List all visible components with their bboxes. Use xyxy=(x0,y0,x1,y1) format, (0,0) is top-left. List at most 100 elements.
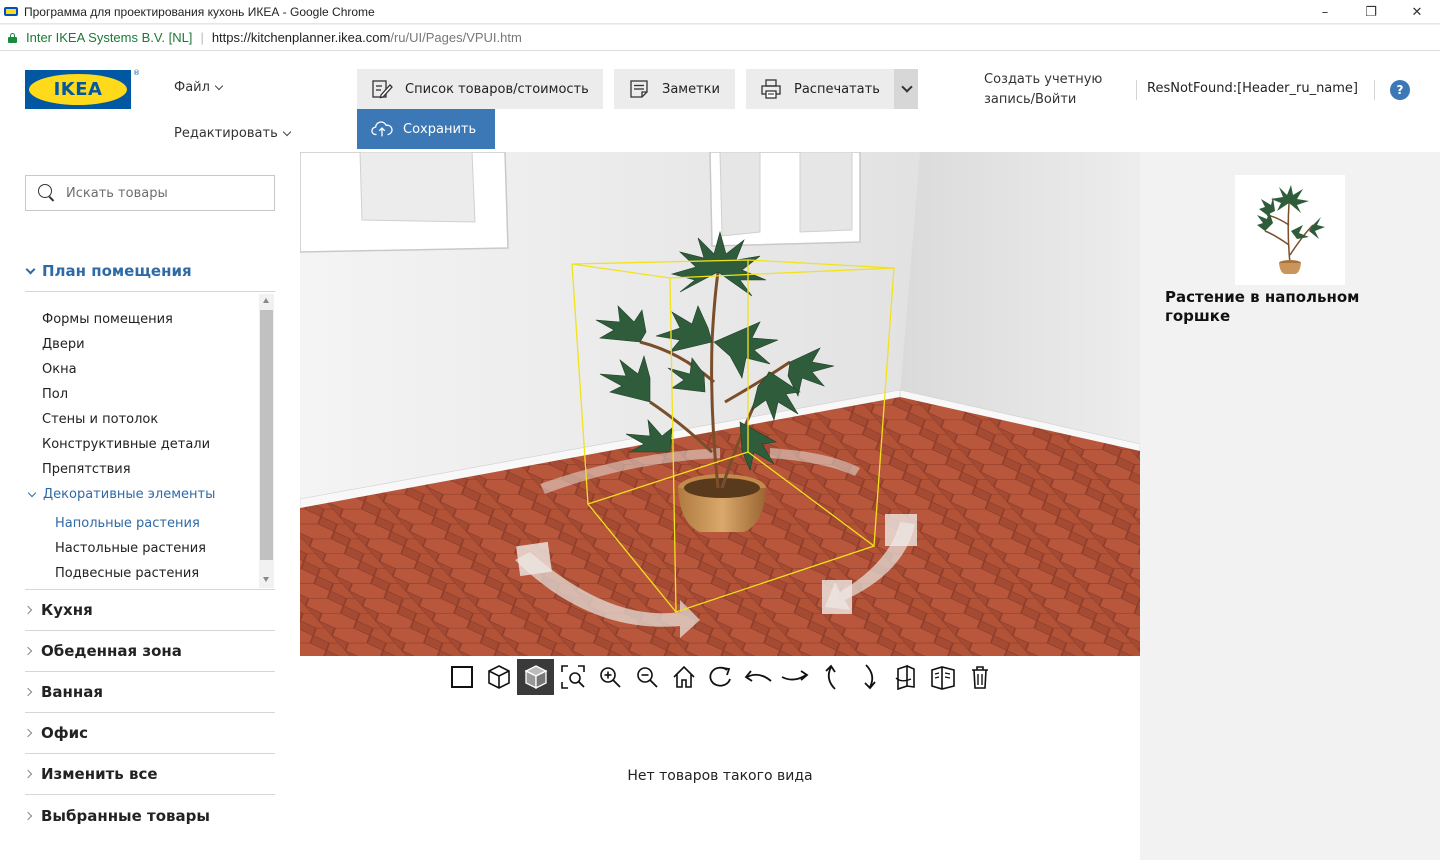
product-thumbnail[interactable] xyxy=(1235,175,1345,285)
list-item[interactable]: Двери xyxy=(42,337,85,352)
list-item[interactable]: Препятствия xyxy=(42,462,131,477)
ikea-favicon-icon xyxy=(4,7,18,16)
3d-solid-view-icon[interactable] xyxy=(517,659,554,695)
zoom-in-icon[interactable] xyxy=(591,659,628,695)
zoom-fit-icon[interactable] xyxy=(554,659,591,695)
menu-edit-label: Редактировать xyxy=(174,126,278,141)
address-bar[interactable]: Inter IKEA Systems B.V. [NL] | https://k… xyxy=(0,25,1440,51)
print-dropdown-button[interactable] xyxy=(894,69,918,109)
subsection-decor[interactable]: Декоративные элементы xyxy=(26,487,215,502)
chevron-down-icon xyxy=(282,127,291,136)
resource-name-label: ResNotFound:[Header_ru_name] xyxy=(1147,81,1359,96)
3d-view-icon[interactable] xyxy=(480,659,517,695)
logo-text: IKEA xyxy=(53,79,103,100)
list-item-table-plants[interactable]: Настольные растения xyxy=(55,541,206,556)
home-icon[interactable] xyxy=(665,659,702,695)
product-name: Растение в напольном горшке xyxy=(1165,288,1360,325)
category-change-all[interactable]: Изменить все xyxy=(23,754,275,795)
chevron-right-icon xyxy=(23,646,33,656)
browser-titlebar: Программа для проектирования кухонь ИКЕА… xyxy=(0,0,1440,24)
category-label: Ванная xyxy=(41,683,104,701)
scroll-down-icon[interactable] xyxy=(263,577,269,582)
product-list-button[interactable]: Список товаров/стоимость xyxy=(357,69,603,109)
pan-right-icon[interactable] xyxy=(776,659,813,695)
app-header: IKEA ® Файл Редактировать Список товаров… xyxy=(0,51,1440,160)
pan-left-icon[interactable] xyxy=(739,659,776,695)
account-line1: Создать учетную xyxy=(984,72,1103,87)
chevron-right-icon xyxy=(23,769,33,779)
zoom-out-icon[interactable] xyxy=(628,659,665,695)
account-link[interactable]: Создать учетную запись/Войти xyxy=(984,70,1124,110)
list-item-floor-plants[interactable]: Напольные растения xyxy=(55,516,200,531)
minimize-button[interactable]: – xyxy=(1302,0,1348,24)
chevron-right-icon xyxy=(23,605,33,615)
cloud-upload-icon xyxy=(371,118,393,140)
list-item[interactable]: Окна xyxy=(42,362,77,377)
list-item-hanging-plants[interactable]: Подвесные растения xyxy=(55,566,199,581)
section-room-plan-label: План помещения xyxy=(42,262,192,280)
list-item[interactable]: Формы помещения xyxy=(42,312,173,327)
3d-scene[interactable] xyxy=(300,152,1140,656)
help-icon[interactable]: ? xyxy=(1390,80,1410,100)
print-button[interactable]: Распечатать xyxy=(746,69,894,109)
search-box[interactable] xyxy=(25,175,275,211)
category-kitchen[interactable]: Кухня xyxy=(23,590,275,631)
notes-icon xyxy=(628,78,650,100)
divider xyxy=(25,291,275,292)
print-icon xyxy=(760,78,782,100)
edit-list-icon xyxy=(371,78,393,100)
chevron-down-icon xyxy=(901,81,913,93)
list-item[interactable]: Пол xyxy=(42,387,68,402)
3d-viewport[interactable] xyxy=(300,152,1140,656)
category-label: Изменить все xyxy=(41,765,158,783)
scroll-up-icon[interactable] xyxy=(263,298,269,303)
list-item[interactable]: Стены и потолок xyxy=(42,412,158,427)
tilt-down-icon[interactable] xyxy=(850,659,887,695)
save-button[interactable]: Сохранить xyxy=(357,109,495,149)
chevron-down-icon xyxy=(27,488,37,497)
account-line2: запись/Войти xyxy=(984,92,1077,107)
room-plan-list: Формы помещения Двери Окна Пол Стены и п… xyxy=(25,294,275,588)
room-view-icon[interactable] xyxy=(924,659,961,695)
list-item[interactable]: Конструктивные детали xyxy=(42,437,210,452)
tilt-up-icon[interactable] xyxy=(813,659,850,695)
menu-edit[interactable]: Редактировать xyxy=(174,126,291,141)
menu-file[interactable]: Файл xyxy=(174,80,224,95)
category-dining[interactable]: Обеденная зона xyxy=(23,631,275,672)
menu-file-label: Файл xyxy=(174,80,210,95)
notes-button[interactable]: Заметки xyxy=(614,69,735,109)
product-list-label: Список товаров/стоимость xyxy=(405,81,589,97)
chevron-down-icon xyxy=(25,264,36,274)
window-title: Программа для проектирования кухонь ИКЕА… xyxy=(24,4,375,19)
2d-view-icon[interactable] xyxy=(443,659,480,695)
category-office[interactable]: Офис xyxy=(23,713,275,754)
category-label: Выбранные товары xyxy=(41,806,210,825)
search-icon xyxy=(38,184,56,202)
rotate-icon[interactable] xyxy=(702,659,739,695)
category-label: Офис xyxy=(41,724,89,742)
subsection-decor-label: Декоративные элементы xyxy=(43,487,216,502)
product-details-panel: Растение в напольном горшке xyxy=(1140,152,1440,860)
close-button[interactable]: ✕ xyxy=(1394,0,1440,24)
maximize-button[interactable]: ❐ xyxy=(1348,0,1394,24)
ikea-logo[interactable]: IKEA xyxy=(25,70,131,109)
section-room-plan[interactable]: План помещения xyxy=(25,262,192,280)
delete-icon[interactable] xyxy=(961,659,998,695)
scroll-thumb[interactable] xyxy=(260,310,273,560)
category-label: Обеденная зона xyxy=(41,642,182,660)
print-label: Распечатать xyxy=(794,81,880,97)
sidebar-scrollbar[interactable] xyxy=(259,294,274,588)
header-divider xyxy=(1374,80,1375,100)
category-bathroom[interactable]: Ванная xyxy=(23,672,275,713)
chevron-down-icon xyxy=(214,81,224,90)
view-toolbar xyxy=(443,659,998,695)
search-input[interactable] xyxy=(66,185,256,201)
chevron-right-icon xyxy=(23,687,33,697)
wall-view-icon[interactable] xyxy=(887,659,924,695)
lock-icon xyxy=(8,32,17,43)
url-path[interactable]: /ru/UI/Pages/VPUI.htm xyxy=(390,30,522,45)
url-domain[interactable]: https://kitchenplanner.ikea.com xyxy=(212,30,391,45)
category-selected-items[interactable]: Выбранные товары xyxy=(23,795,275,836)
category-label: Кухня xyxy=(41,601,93,619)
save-label: Сохранить xyxy=(403,121,477,137)
